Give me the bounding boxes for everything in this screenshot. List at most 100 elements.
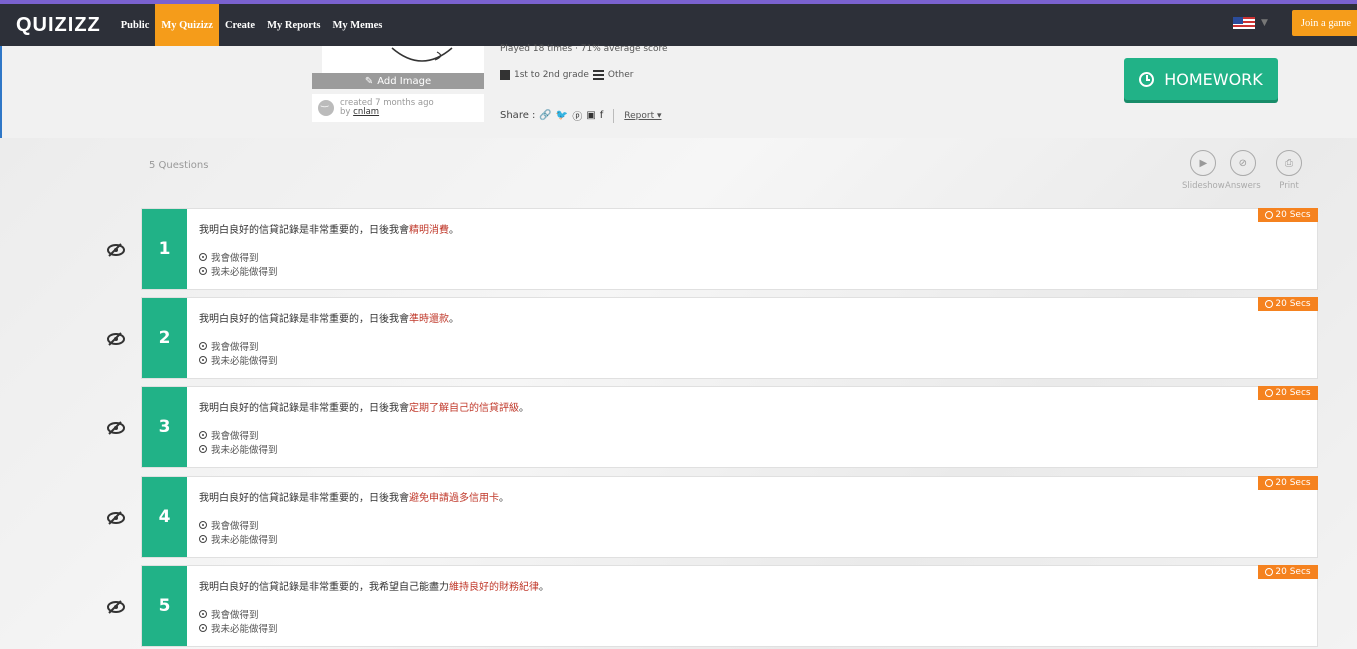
radio-icon [199,521,207,529]
question-highlight: 定期了解自己的信貸評級 [409,403,519,414]
question-card-4: 4 我明白良好的信貸記錄是非常重要的，日後我會避免申請過多信用卡。 我會做得到 … [141,476,1318,558]
radio-icon [199,624,207,632]
question-number: 3 [142,387,187,467]
list-icon [592,70,604,80]
question-text: 我明白良好的信貸記錄是非常重要的，日後我會準時還款。 [199,314,459,325]
by-prefix: by [340,107,351,117]
option-2: 我未必能做得到 [199,353,278,367]
answers-label: Answers [1225,181,1261,191]
question-card-2: 2 我明白良好的信貸記錄是非常重要的，日後我會準時還款。 我會做得到 我未必能做… [141,297,1318,379]
option-2: 我未必能做得到 [199,532,278,546]
clock-icon [1265,479,1274,487]
question-number: 5 [142,566,187,646]
slideshow-button[interactable]: ▶ Slideshow [1182,150,1225,191]
question-number: 4 [142,477,187,557]
nav-my-memes[interactable]: My Memes [326,4,388,46]
question-text: 我明白良好的信貸記錄是非常重要的，日後我會精明消費。 [199,225,459,236]
author-link[interactable]: cnlam [353,107,379,117]
play-icon: ▶ [1190,150,1217,176]
us-flag-icon [1233,17,1255,29]
nav-my-reports[interactable]: My Reports [261,4,326,46]
eye-slash-icon[interactable] [106,243,126,257]
played-stats: Played 18 times · 71% average score [500,44,668,54]
add-image-label: Add Image [377,75,432,87]
print-icon: ⎙ [1276,150,1302,176]
book-icon [500,70,510,80]
question-card-1: 1 我明白良好的信貸記錄是非常重要的，日後我會精明消費。 我會做得到 我未必能做… [141,208,1318,290]
question-highlight: 準時還款 [409,314,449,325]
option-2: 我未必能做得到 [199,442,278,456]
question-card-5: 5 我明白良好的信貸記錄是非常重要的，我希望自己能盡力維持良好的財務紀律。 我會… [141,565,1318,647]
homework-button[interactable]: HOMEWORK [1124,58,1278,100]
clock-icon [1265,568,1274,576]
language-selector[interactable]: ▼ [1233,15,1273,31]
twitter-icon[interactable]: 🐦 [556,110,568,121]
question-number: 2 [142,298,187,378]
question-highlight: 維持良好的財務紀律 [449,582,539,593]
radio-icon [199,267,207,275]
radio-icon [199,535,207,543]
clock-icon [1265,300,1274,308]
share-row: Share : 🔗 🐦 ⓟ ▣ f Report ▾ [500,108,662,123]
question-card-3: 3 我明白良好的信貸記錄是非常重要的，日後我會定期了解自己的信貸評級。 我會做得… [141,386,1318,468]
print-label: Print [1279,181,1299,191]
facebook-icon[interactable]: f [600,110,604,121]
option-2: 我未必能做得到 [199,621,278,635]
nav-my-quizizz[interactable]: My Quizizz [155,4,219,46]
option-1: 我會做得到 [199,428,259,442]
link-icon[interactable]: 🔗 [539,110,551,121]
question-text: 我明白良好的信貸記錄是非常重要的，我希望自己能盡力維持良好的財務紀律。 [199,582,549,593]
question-text: 我明白良好的信貸記錄是非常重要的，日後我會避免申請過多信用卡。 [199,493,509,504]
question-highlight: 避免申請過多信用卡 [409,493,499,504]
timer-badge: 20 Secs [1258,297,1318,311]
radio-icon [199,342,207,350]
option-1: 我會做得到 [199,339,259,353]
add-image-button[interactable]: ✎ Add Image [312,73,484,89]
eye-slash-icon[interactable] [106,332,126,346]
grade-text: 1st to 2nd grade [514,70,589,80]
nav-create[interactable]: Create [219,4,261,46]
chevron-down-icon: ▼ [1261,18,1268,28]
radio-icon [199,356,207,364]
edit-icon: ✎ [364,75,374,87]
question-count: 5 Questions [149,160,209,171]
slideshow-label: Slideshow [1182,181,1225,191]
timer-badge: 20 Secs [1258,476,1318,490]
question-number: 1 [142,209,187,289]
option-2: 我未必能做得到 [199,264,278,278]
eye-slash-icon[interactable] [106,600,126,614]
quizizz-logo[interactable]: QUIZIZZ [16,14,101,37]
clock-icon [1139,71,1155,87]
grade-row: 1st to 2nd grade Other [500,70,633,80]
navbar: QUIZIZZ Public My Quizizz Create My Repo… [0,4,1357,46]
option-1: 我會做得到 [199,607,259,621]
homework-label: HOMEWORK [1164,69,1263,89]
share-label: Share : [500,110,536,121]
question-highlight: 精明消費 [409,225,449,236]
radio-icon [199,431,207,439]
clock-icon [1265,211,1274,219]
google-classroom-icon[interactable]: ▣ [586,110,595,121]
option-1: 我會做得到 [199,250,259,264]
report-dropdown[interactable]: Report ▾ [624,111,661,121]
print-button[interactable]: ⎙ Print [1276,150,1302,191]
eye-slash-icon[interactable] [106,511,126,525]
avatar [318,98,334,116]
question-text: 我明白良好的信貸記錄是非常重要的，日後我會定期了解自己的信貸評級。 [199,403,529,414]
subject-text: Other [607,70,634,80]
answers-button[interactable]: ⊘ Answers [1225,150,1261,191]
nav-public[interactable]: Public [115,4,156,46]
eye-slash-icon: ⊘ [1229,150,1256,176]
join-game-button[interactable]: Join a game [1292,10,1357,36]
divider [613,108,615,123]
pinterest-icon[interactable]: ⓟ [572,108,582,123]
radio-icon [199,253,207,261]
creator-info: created 7 months ago by cnlam [312,94,484,122]
timer-badge: 20 Secs [1258,565,1318,579]
timer-badge: 20 Secs [1258,208,1318,222]
clock-icon [1265,389,1274,397]
option-1: 我會做得到 [199,518,259,532]
radio-icon [199,610,207,618]
eye-slash-icon[interactable] [106,421,126,435]
timer-badge: 20 Secs [1258,386,1318,400]
